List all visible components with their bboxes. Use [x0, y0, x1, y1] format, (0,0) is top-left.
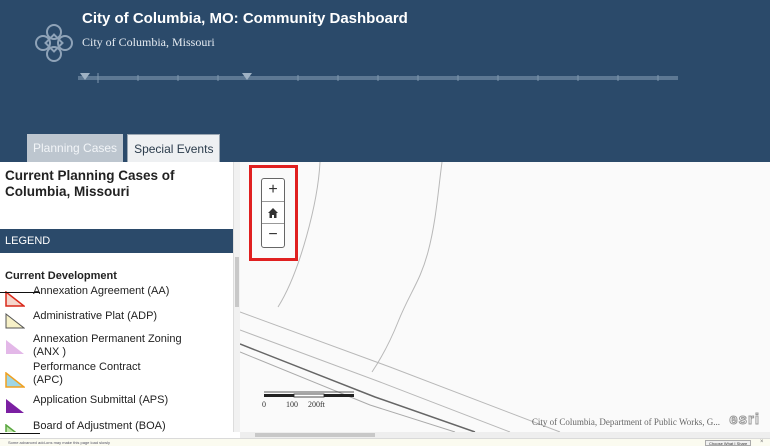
scale-label-zero: 0	[262, 400, 266, 409]
zoom-in-button[interactable]: +	[262, 179, 284, 201]
board-of-adjustment-swatch-icon	[5, 424, 17, 432]
scrollbar-thumb[interactable]	[255, 433, 375, 437]
tab-planning-cases[interactable]: Planning Cases	[27, 134, 124, 162]
browser-notification-bar: Some advanced add-ons may make this page…	[0, 438, 770, 446]
legend-item-label: Application Submittal (APS)	[33, 394, 169, 406]
legend-item: Administrative Plat (ADP)	[5, 305, 233, 330]
map-attribution: City of Columbia, Department of Public W…	[531, 417, 720, 427]
annotation-line	[0, 433, 40, 434]
esri-logo: esri	[729, 411, 760, 429]
time-slider[interactable]	[78, 70, 678, 86]
legend-list: Annexation Agreement (AA) Administrative…	[5, 285, 233, 432]
page-subtitle: City of Columbia, Missouri	[82, 35, 215, 49]
scrollbar-thumb[interactable]	[235, 257, 239, 307]
side-panel: Current Planning Cases of Columbia, Miss…	[0, 162, 240, 432]
page-title: City of Columbia, MO: Community Dashboar…	[82, 10, 408, 27]
home-icon	[268, 207, 278, 218]
legend-item: Application Submittal (APS)	[5, 394, 233, 420]
legend-item-label: Board of Adjustment (BOA)	[33, 420, 166, 432]
panel-scrollbar[interactable]	[233, 162, 240, 432]
legend-item: Board of Adjustment (BOA)	[5, 420, 233, 432]
scale-label-mid: 100	[286, 400, 298, 409]
dashboard-page: City of Columbia, MO: Community Dashboar…	[0, 0, 770, 446]
notification-text: Some advanced add-ons may make this page…	[8, 440, 111, 445]
legend-item-label: Annexation Permanent Zoning (ANX )	[33, 333, 182, 358]
application-submittal-swatch-icon	[6, 399, 24, 413]
legend-item: Annexation Agreement (AA)	[5, 285, 233, 307]
legend-item: Performance Contract (APC)	[5, 361, 233, 396]
choose-what-i-share-button[interactable]: Choose What I Share	[705, 440, 752, 446]
tab-bar: Planning Cases Special Events	[27, 134, 221, 162]
performance-contract-swatch-icon	[5, 372, 25, 388]
legend-item-label: Administrative Plat (ADP)	[33, 310, 158, 322]
scale-label-end: 200ft	[308, 400, 325, 409]
map-view[interactable]: + − 0 100 200ft City of Columbia, Depart…	[240, 162, 770, 432]
scale-labels: 0 100 200ft	[262, 400, 362, 409]
annotation-line	[0, 292, 40, 293]
city-logo	[35, 24, 73, 62]
legend-item-label: Annexation Agreement (AA)	[33, 285, 170, 297]
app-header: City of Columbia, MO: Community Dashboar…	[0, 0, 770, 162]
panel-title: Current Planning Cases of Columbia, Miss…	[5, 168, 175, 199]
legend-item-label: Performance Contract (APC)	[33, 361, 141, 386]
administrative-plat-swatch-icon	[5, 313, 25, 329]
zoom-control: + −	[261, 178, 285, 248]
legend-header[interactable]: LEGEND	[0, 229, 240, 253]
legend-section-title: Current Development	[5, 270, 117, 282]
zoom-out-button[interactable]: −	[262, 223, 284, 245]
annexation-permanent-zoning-swatch-icon	[6, 340, 24, 354]
home-button[interactable]	[262, 201, 284, 223]
close-icon[interactable]: ×	[760, 439, 764, 445]
tab-special-events[interactable]: Special Events	[127, 134, 221, 162]
legend-item: Annexation Permanent Zoning (ANX )	[5, 330, 233, 363]
